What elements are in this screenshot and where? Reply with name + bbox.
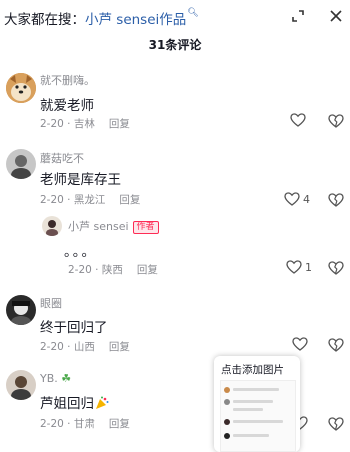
comment-meta: 2-20 · 吉林 回复 [40,116,130,131]
dislike-button[interactable] [328,192,344,211]
comment-text: 就爱老师 [40,98,94,114]
close-button[interactable] [325,5,347,27]
comment-text: 芦姐回归 [40,392,109,412]
comment-username[interactable]: YB. ☘ [40,372,71,385]
comment-count-title: 31条评论 [148,38,202,52]
add-image-popup[interactable]: 点击添加图片 [214,356,300,452]
reply-button[interactable]: 回复 [119,194,140,206]
heart-icon [284,192,300,206]
comment-item: 就不删嗨。 就爱老师 2-20 · 吉林 回复 [0,68,350,138]
avatar[interactable] [6,73,36,103]
heart-icon [286,260,302,274]
broken-heart-icon [328,114,344,128]
thumbnail-avatar-dot [224,433,230,439]
search-prefix: 大家都在搜： [4,12,85,28]
thumbnail-line [233,388,279,391]
thumbnail-line [233,434,269,437]
thumbnail-line [233,408,263,411]
broken-heart-icon [328,193,344,207]
comment-username[interactable]: 眼圈 [40,295,62,311]
avatar[interactable] [6,295,36,325]
broken-heart-icon [328,261,344,275]
search-icon: 🔍︎ [187,8,199,18]
party-emoji-icon [96,396,109,409]
broken-heart-icon [328,417,344,431]
like-button[interactable] [290,113,309,127]
comment-date-location: 2-20 · 山西 [40,341,95,353]
collapse-icon [292,10,304,22]
reply-text: 。。。 [64,244,97,260]
comment-date-location: 2-20 · 黑龙江 [40,194,106,206]
author-badge: 作者 [132,221,159,234]
top-bar: 大家都在搜：小芦 sensei作品🔍︎ [0,0,350,30]
like-button[interactable] [292,337,311,351]
dislike-button[interactable] [328,337,344,356]
comment-meta: 2-20 · 甘肃 回复 [40,416,130,431]
close-icon [330,10,342,22]
dislike-button[interactable] [328,113,344,132]
screenshot-thumbnail[interactable] [220,380,296,452]
comment-text-content: 芦姐回归 [40,396,94,412]
avatar[interactable] [6,370,36,400]
comment-username-text: YB. [40,372,58,385]
comment-meta: 2-20 · 黑龙江 回复 [40,192,140,207]
reply-button[interactable]: 回复 [137,264,158,276]
thumbnail-line [233,420,283,423]
dislike-button[interactable] [328,416,344,435]
reply-item: 小芦 sensei 作者 。。。 2-20 · 陕西 回复 1 [0,212,350,282]
collapse-button[interactable] [287,5,309,27]
add-image-label[interactable]: 点击添加图片 [221,362,284,377]
comment-date-location: 2-20 · 甘肃 [40,418,95,430]
broken-heart-icon [328,338,344,352]
like-button[interactable]: 1 [286,260,312,274]
heart-icon [290,113,306,127]
reply-button[interactable]: 回复 [109,341,130,353]
avatar[interactable] [6,149,36,179]
comment-item: 蘑菇吃不 老师是库存王 2-20 · 黑龙江 回复 4 [0,146,350,207]
reply-button[interactable]: 回复 [109,418,130,430]
comment-text: 老师是库存王 [40,172,121,188]
dislike-button[interactable] [328,260,344,279]
comment-date-location: 2-20 · 陕西 [68,264,123,276]
avatar[interactable] [42,216,62,236]
comment-date-location: 2-20 · 吉林 [40,118,95,130]
comment-username[interactable]: 就不删嗨。 [40,72,95,88]
thumbnail-avatar-dot [224,419,230,425]
reply-username[interactable]: 小芦 sensei 作者 [68,218,159,234]
search-suggestion[interactable]: 大家都在搜：小芦 sensei作品🔍︎ [4,8,199,28]
thumbnail-avatar-dot [224,399,230,405]
thumbnail-line [233,400,273,403]
comment-item: 眼圈 终于回归了 2-20 · 山西 回复 [0,292,350,356]
comment-meta: 2-20 · 山西 回复 [40,339,130,354]
comment-meta: 2-20 · 陕西 回复 [68,262,158,277]
comment-text: 终于回归了 [40,320,108,336]
like-count: 4 [303,192,310,206]
clover-icon: ☘ [57,372,72,385]
heart-icon [292,337,308,351]
search-keyword[interactable]: 小芦 sensei作品 [85,12,186,28]
comment-username[interactable]: 蘑菇吃不 [40,150,84,166]
thumbnail-avatar-dot [224,387,230,393]
like-button[interactable]: 4 [284,192,310,206]
like-count: 1 [305,260,312,274]
reply-button[interactable]: 回复 [109,118,130,130]
reply-username-text: 小芦 sensei [68,220,129,233]
